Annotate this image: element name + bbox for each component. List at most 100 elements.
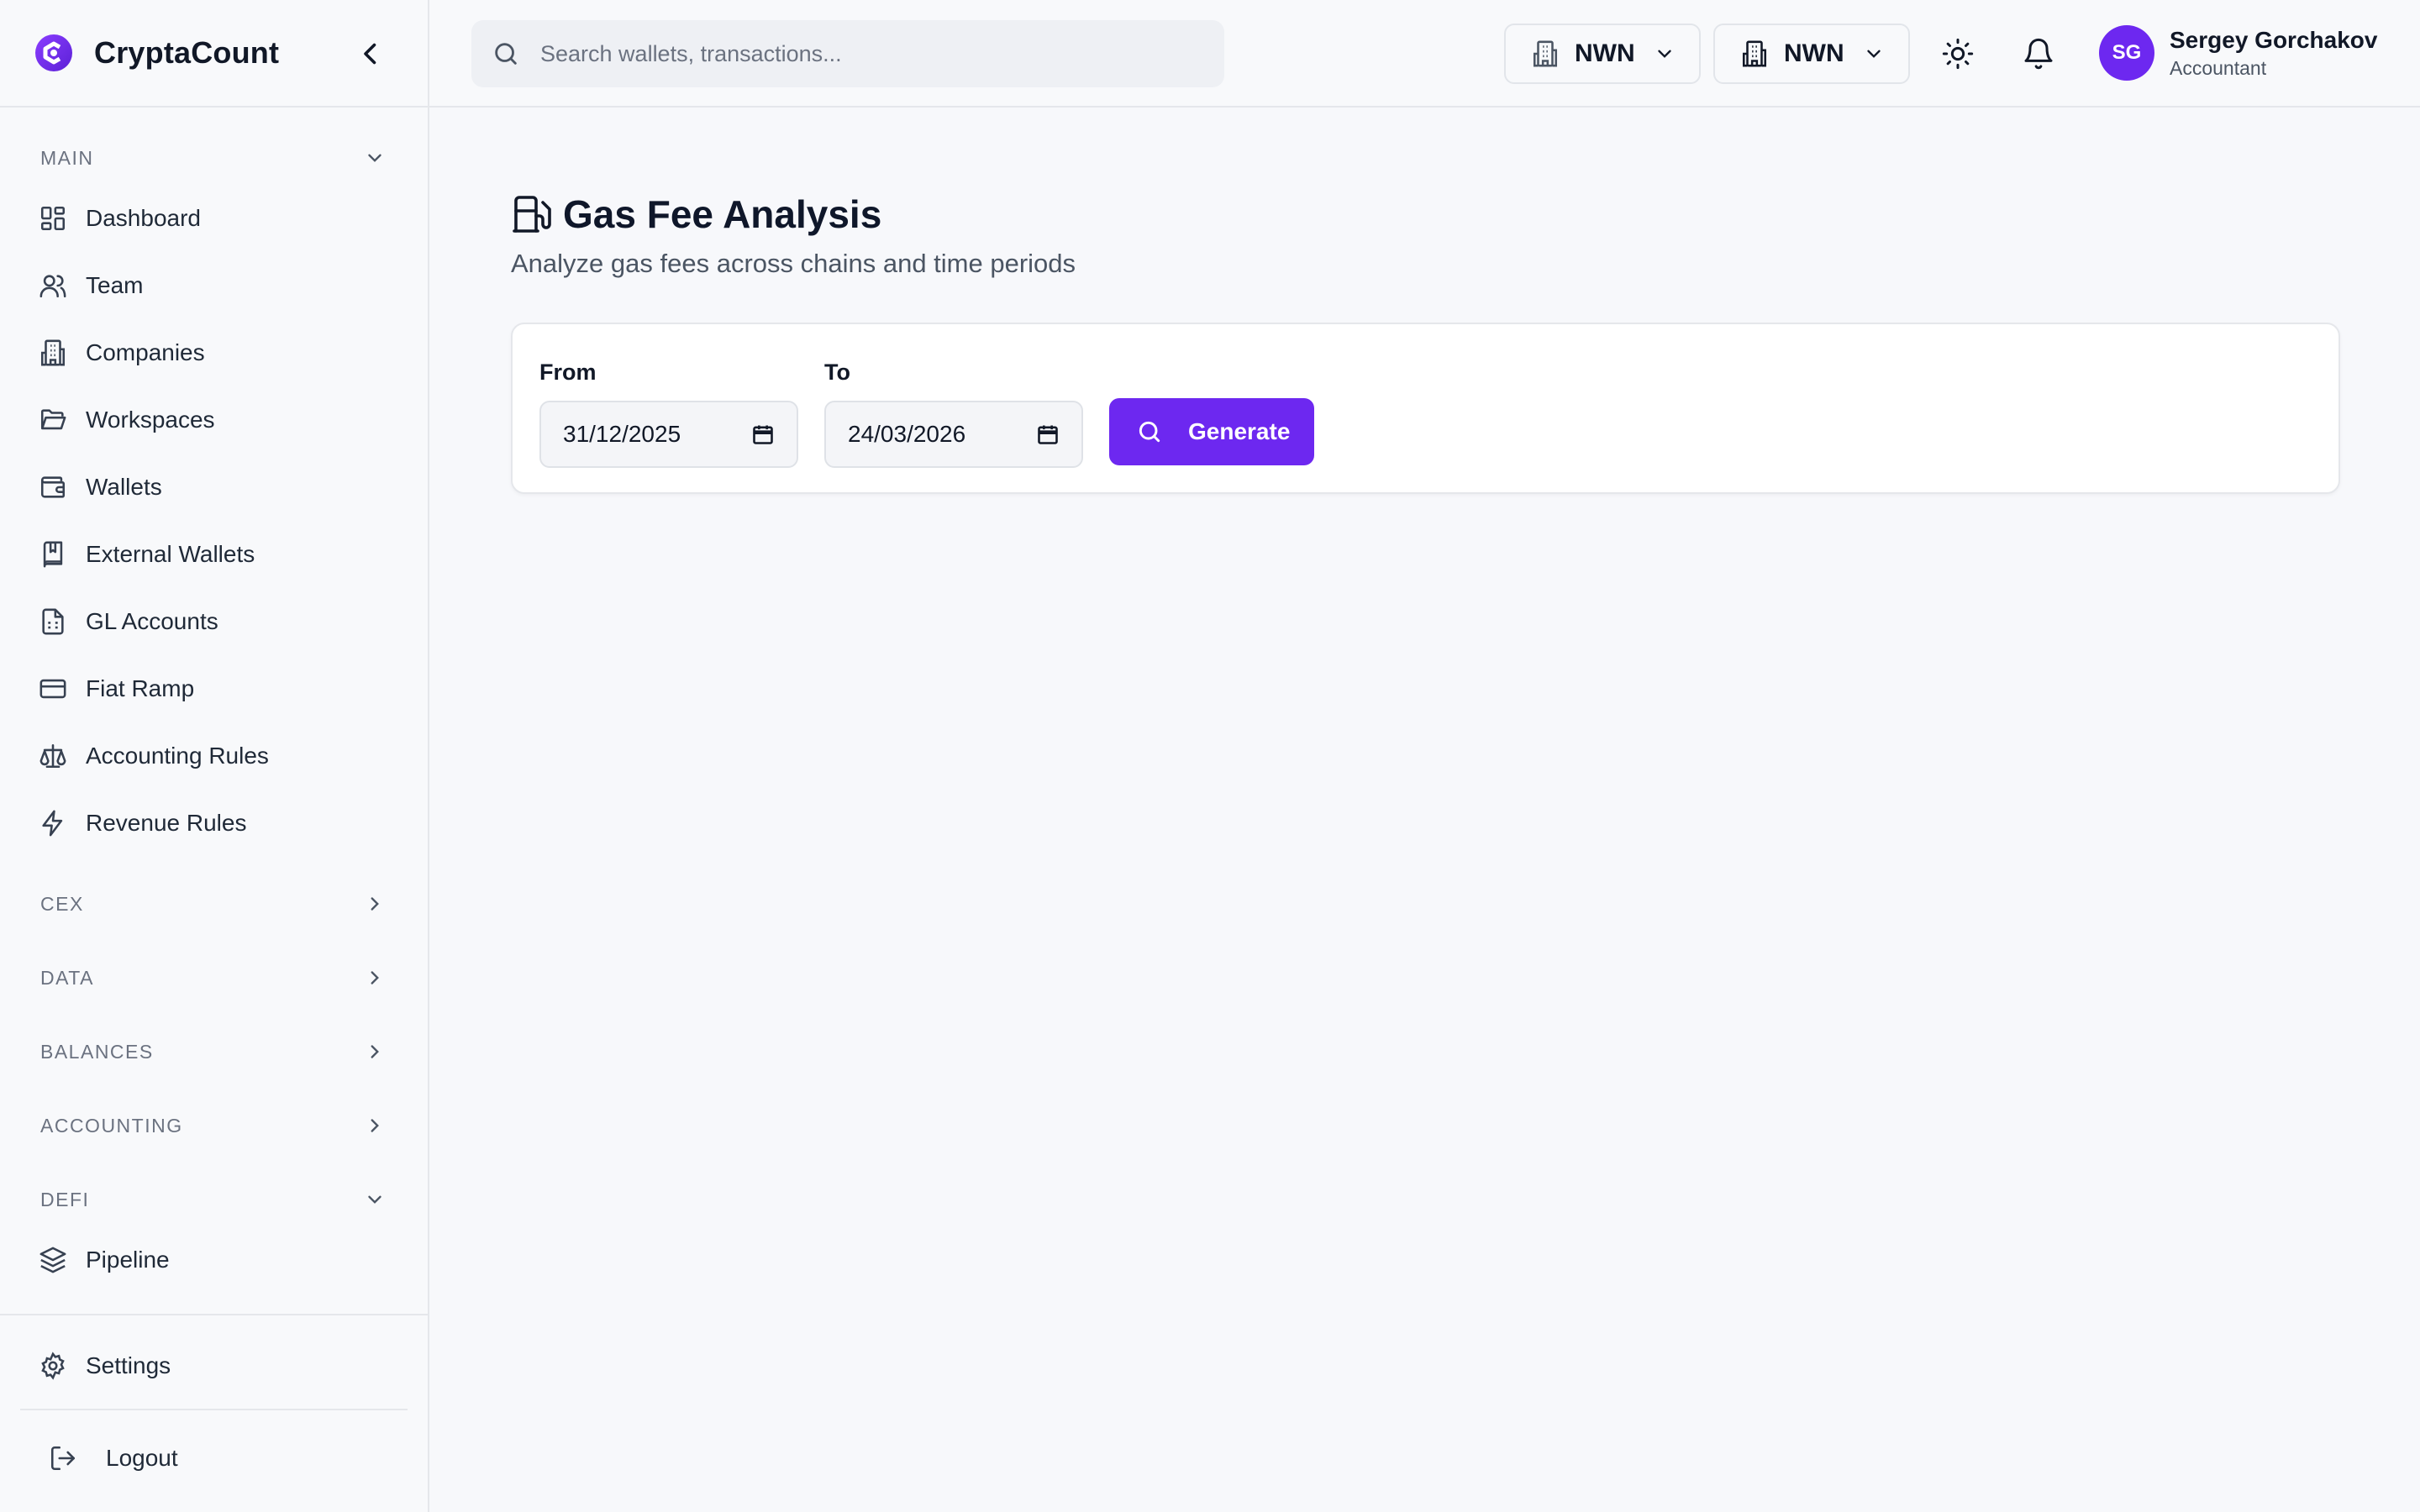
title-row: Gas Fee Analysis xyxy=(511,192,1076,237)
chevron-right-icon xyxy=(371,971,379,984)
dashboard-icon xyxy=(40,206,66,231)
gear-icon xyxy=(41,1352,65,1380)
calendar-icon[interactable] xyxy=(751,423,775,446)
logo-icon xyxy=(35,34,72,71)
chevron-down-icon xyxy=(1866,50,1881,58)
sidebar-item-label: GL Accounts xyxy=(86,608,218,634)
org-selector-2[interactable]: NWN xyxy=(1713,24,1910,84)
user-role: Accountant xyxy=(2170,57,2267,79)
sidebar-item-wallets[interactable]: Wallets xyxy=(20,461,408,513)
sidebar-item-team[interactable]: Team xyxy=(20,260,408,312)
sidebar-item-pipeline[interactable]: Pipeline xyxy=(20,1234,408,1286)
zap-icon xyxy=(42,810,63,837)
sidebar: CryptaCount MAIN Dashboard Team Companie… xyxy=(0,0,429,1512)
section-cex[interactable]: CEX xyxy=(40,885,386,922)
collapse-sidebar-icon[interactable] xyxy=(355,39,386,69)
user-menu[interactable]: SG Sergey Gorchakov Accountant xyxy=(2099,25,2377,81)
chevron-right-icon xyxy=(371,1119,379,1132)
chevron-right-icon xyxy=(371,897,379,911)
scale-icon xyxy=(39,743,66,769)
bell-icon[interactable] xyxy=(2022,37,2055,71)
logout-button[interactable]: Logout xyxy=(20,1432,408,1484)
from-label: From xyxy=(539,360,597,385)
divider xyxy=(0,1314,428,1315)
sidebar-item-gl-accounts[interactable]: GL Accounts xyxy=(20,596,408,648)
credit-card-icon xyxy=(39,679,66,699)
user-name: Sergey Gorchakov xyxy=(2170,27,2378,53)
org-selector-value: NWN xyxy=(1784,39,1844,67)
org-selector-value: NWN xyxy=(1575,39,1635,67)
from-date-value: 31/12/2025 xyxy=(563,421,681,447)
topbar: NWN NWN SG Sergey Gorchakov Accountant xyxy=(429,0,2420,108)
app-name: CryptaCount xyxy=(94,35,280,70)
section-defi-label: DEFI xyxy=(40,1188,90,1210)
logout-label: Logout xyxy=(106,1445,178,1471)
layers-icon xyxy=(39,1247,66,1273)
section-accounting-label: ACCOUNTING xyxy=(40,1114,183,1137)
sidebar-item-label: Pipeline xyxy=(86,1247,170,1273)
filter-card: From 31/12/2025 To 24/03/2026 Generate xyxy=(511,323,2340,494)
sidebar-item-revenue-rules[interactable]: Revenue Rules xyxy=(20,797,408,849)
generate-label: Generate xyxy=(1188,418,1291,444)
folder-icon xyxy=(40,409,66,430)
chevron-right-icon xyxy=(371,1045,379,1058)
sidebar-item-workspaces[interactable]: Workspaces xyxy=(20,394,408,446)
sidebar-item-accounting-rules[interactable]: Accounting Rules xyxy=(20,730,408,782)
divider xyxy=(20,1409,408,1410)
page-title: Gas Fee Analysis xyxy=(563,192,882,236)
sidebar-item-fiat-ramp[interactable]: Fiat Ramp xyxy=(20,663,408,715)
section-data[interactable]: DATA xyxy=(40,959,386,996)
sidebar-item-label: Wallets xyxy=(86,474,162,500)
from-date-input[interactable]: 31/12/2025 xyxy=(539,401,798,468)
org-selector-1[interactable]: NWN xyxy=(1504,24,1701,84)
sidebar-item-settings[interactable]: Settings xyxy=(20,1340,408,1392)
building-icon xyxy=(1742,40,1767,67)
brand: CryptaCount xyxy=(0,0,428,108)
search-icon xyxy=(1139,421,1160,443)
user-info: Sergey Gorchakov Accountant xyxy=(2170,25,2377,81)
users-icon xyxy=(39,275,66,298)
sidebar-item-label: Fiat Ramp xyxy=(86,675,195,701)
from-field: From 31/12/2025 xyxy=(539,360,798,468)
search-input[interactable] xyxy=(540,40,1196,67)
sidebar-item-label: Workspaces xyxy=(86,407,215,433)
section-accounting[interactable]: ACCOUNTING xyxy=(40,1107,386,1144)
section-data-label: DATA xyxy=(40,966,94,989)
sidebar-item-external-wallets[interactable]: External Wallets xyxy=(20,528,408,580)
building-icon xyxy=(40,339,66,366)
chevron-down-icon xyxy=(368,1195,381,1204)
section-main-label: MAIN xyxy=(40,146,94,169)
sidebar-item-label: Revenue Rules xyxy=(86,810,247,836)
section-defi[interactable]: DEFI xyxy=(40,1181,386,1218)
section-main[interactable]: MAIN xyxy=(40,139,386,176)
wallet-icon xyxy=(40,476,66,498)
search-icon xyxy=(495,43,517,65)
avatar: SG xyxy=(2099,25,2154,81)
to-field: To 24/03/2026 xyxy=(824,360,1083,468)
sidebar-item-label: Accounting Rules xyxy=(86,743,269,769)
section-balances[interactable]: BALANCES xyxy=(40,1033,386,1070)
generate-button[interactable]: Generate xyxy=(1109,398,1314,465)
fuel-pump-icon xyxy=(513,196,551,233)
to-date-value: 24/03/2026 xyxy=(848,421,966,447)
settings-label: Settings xyxy=(86,1352,171,1378)
chevron-down-icon xyxy=(1657,50,1671,58)
calendar-icon[interactable] xyxy=(1036,423,1060,446)
page-header: Gas Fee Analysis Analyze gas fees across… xyxy=(511,192,1076,279)
to-date-input[interactable]: 24/03/2026 xyxy=(824,401,1083,468)
section-balances-label: BALANCES xyxy=(40,1040,154,1063)
sidebar-item-dashboard[interactable]: Dashboard xyxy=(20,192,408,244)
file-spreadsheet-icon xyxy=(42,608,64,635)
page-subtitle: Analyze gas fees across chains and time … xyxy=(511,249,1076,278)
sidebar-item-label: External Wallets xyxy=(86,541,255,567)
building-icon xyxy=(1533,40,1558,67)
sidebar-item-companies[interactable]: Companies xyxy=(20,327,408,379)
logout-icon xyxy=(50,1446,76,1471)
chevron-down-icon xyxy=(368,154,381,162)
to-label: To xyxy=(824,360,850,385)
search-bar[interactable] xyxy=(471,20,1224,87)
book-icon xyxy=(43,541,63,568)
sidebar-item-label: Team xyxy=(86,272,144,298)
sun-icon[interactable] xyxy=(1941,37,1975,71)
sidebar-item-label: Dashboard xyxy=(86,205,201,231)
